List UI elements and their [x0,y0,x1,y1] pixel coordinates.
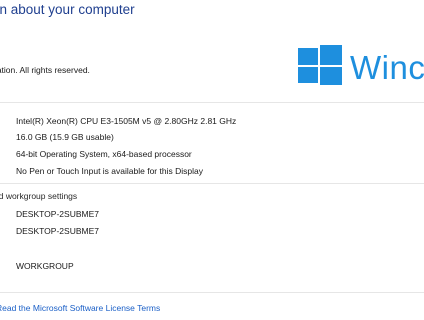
copyright-text: ration. All rights reserved. [0,65,90,75]
windows-logo-icon [298,45,342,85]
windows-logo-text: Winc [350,49,424,86]
computer-name-value: DESKTOP-2SUBME7 [16,209,99,219]
workgroup-value: WORKGROUP [16,261,74,271]
license-terms-link[interactable]: Read the Microsoft Software License Term… [0,303,160,313]
divider [0,102,424,103]
system-type-value: 64-bit Operating System, x64-based proce… [16,149,192,159]
page-title: on about your computer [0,2,135,17]
memory-value: 16.0 GB (15.9 GB usable) [16,132,114,142]
divider [0,183,424,184]
section-title: nd workgroup settings [0,191,78,201]
divider [0,292,424,293]
full-computer-name-value: DESKTOP-2SUBME7 [16,226,99,236]
windows-logo: Winc [298,45,424,90]
processor-value: Intel(R) Xeon(R) CPU E3-1505M v5 @ 2.80G… [16,116,237,126]
pen-touch-value: No Pen or Touch Input is available for t… [16,166,203,176]
